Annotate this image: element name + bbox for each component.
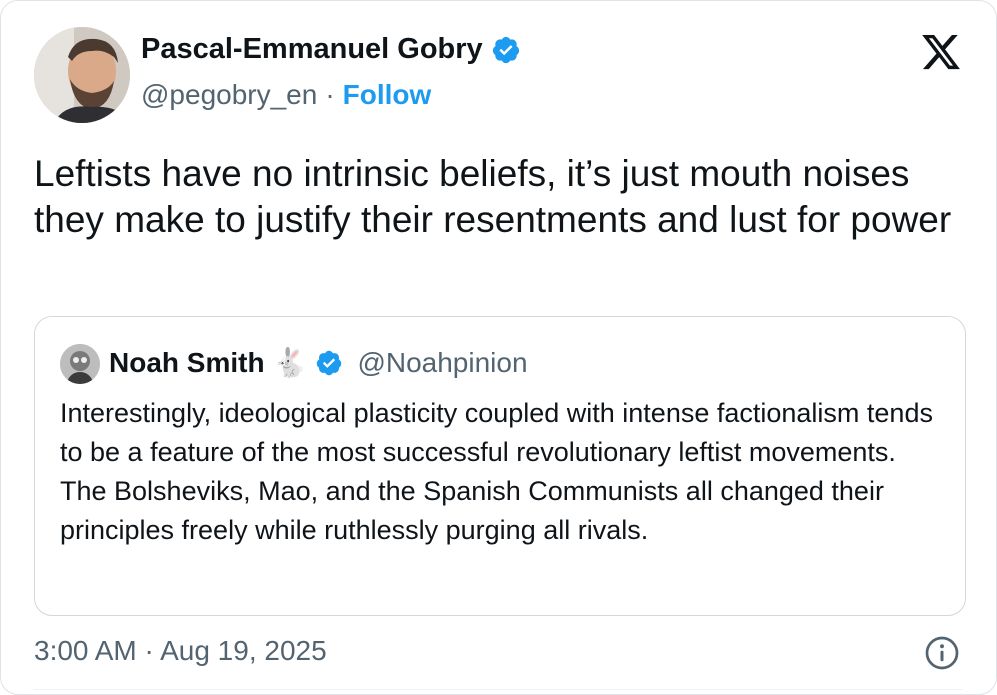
quoted-author-avatar[interactable] bbox=[60, 344, 100, 384]
quoted-author-handle[interactable]: @Noahpinion bbox=[357, 347, 527, 379]
author-avatar[interactable] bbox=[34, 27, 130, 123]
divider bbox=[34, 689, 963, 690]
verified-badge-icon bbox=[315, 349, 343, 377]
author-handle-row: @pegobry_en · Follow bbox=[141, 79, 431, 111]
author-name[interactable]: Pascal-Emmanuel Gobry bbox=[141, 33, 483, 66]
quoted-tweet[interactable]: Noah Smith 🐇 @Noahpinion Interestingly, … bbox=[34, 316, 966, 616]
tweet-card: Pascal-Emmanuel Gobry @pegobry_en · Foll… bbox=[0, 0, 997, 695]
x-logo-icon[interactable] bbox=[918, 31, 964, 73]
quoted-author-avatar-image bbox=[60, 344, 100, 384]
quoted-author-name[interactable]: Noah Smith bbox=[109, 347, 265, 379]
rabbit-emoji-icon: 🐇 bbox=[272, 347, 308, 378]
tweet-timestamp[interactable]: 3:00 AM · Aug 19, 2025 bbox=[34, 635, 327, 667]
quoted-tweet-text: Interestingly, ideological plasticity co… bbox=[60, 398, 933, 545]
quoted-header: Noah Smith 🐇 @Noahpinion bbox=[109, 343, 528, 383]
author-avatar-image bbox=[34, 27, 130, 123]
author-handle[interactable]: @pegobry_en bbox=[141, 79, 317, 111]
verified-badge-icon bbox=[491, 35, 521, 65]
separator-dot: · bbox=[325, 79, 335, 110]
follow-button[interactable]: Follow bbox=[343, 79, 432, 111]
tweet-text: Leftists have no intrinsic beliefs, it’s… bbox=[34, 153, 952, 240]
info-icon[interactable] bbox=[924, 635, 960, 671]
author-name-row[interactable]: Pascal-Emmanuel Gobry bbox=[141, 33, 521, 66]
